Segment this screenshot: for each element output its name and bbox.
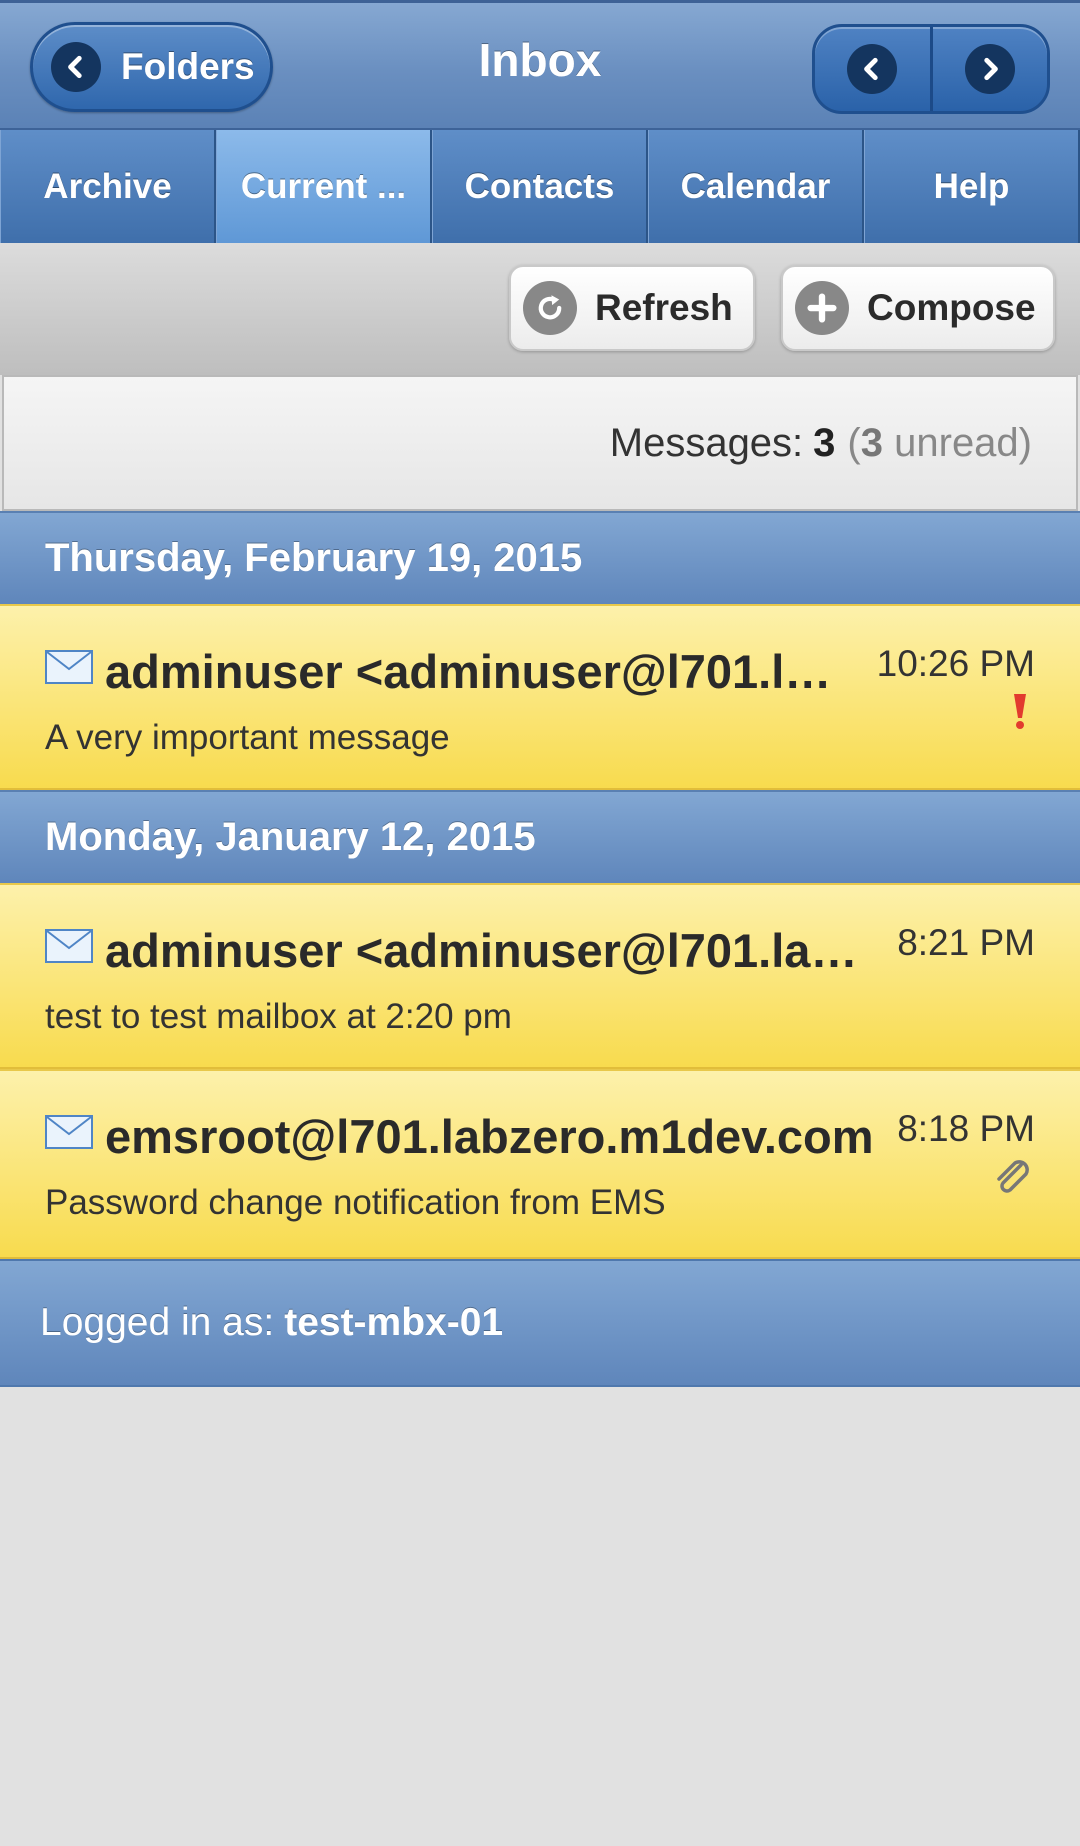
- unread-count: 3: [860, 420, 883, 465]
- compose-label: Compose: [867, 287, 1036, 328]
- logged-in-label: Logged in as:: [40, 1301, 275, 1344]
- message-subject: A very important message: [45, 718, 450, 757]
- tab-help[interactable]: Help: [864, 130, 1080, 243]
- envelope-icon: [45, 650, 93, 684]
- refresh-label: Refresh: [595, 287, 733, 328]
- chevron-right-icon: [964, 44, 1015, 94]
- previous-button[interactable]: [815, 27, 933, 111]
- tab-bar: Archive Current ... Contacts Calendar He…: [0, 130, 1080, 243]
- messages-total: 3: [813, 420, 836, 465]
- unread-summary: (3 unread): [847, 421, 1032, 466]
- next-button[interactable]: [933, 27, 1048, 111]
- unread-label: unread): [894, 420, 1032, 465]
- logged-in-user: test-mbx-01: [284, 1301, 504, 1344]
- message-count-bar: Messages: 3 (3 unread): [2, 375, 1078, 511]
- message-row[interactable]: adminuser <adminuser@l701.la… A very imp…: [0, 604, 1080, 790]
- login-status-bar: Logged in as: test-mbx-01: [0, 1259, 1080, 1387]
- message-subject: Password change notification from EMS: [45, 1183, 666, 1222]
- message-time: 8:18 PM: [897, 1108, 1035, 1149]
- date-divider: Monday, January 12, 2015: [0, 790, 1080, 883]
- envelope-icon: [45, 1115, 93, 1149]
- compose-button[interactable]: Compose: [781, 265, 1055, 351]
- refresh-button[interactable]: Refresh: [509, 265, 755, 351]
- header-bar: Folders Inbox: [0, 0, 1080, 130]
- tab-current[interactable]: Current ...: [216, 130, 432, 243]
- high-priority-icon: [1014, 694, 1026, 729]
- attachment-icon: [997, 1160, 1029, 1193]
- message-sender: emsroot@l701.labzero.m1dev.com: [105, 1110, 874, 1163]
- message-time: 10:26 PM: [876, 643, 1035, 684]
- message-subject: test to test mailbox at 2:20 pm: [45, 997, 512, 1036]
- message-time: 8:21 PM: [897, 922, 1035, 963]
- refresh-icon: [523, 281, 577, 335]
- message-nav-group: [812, 24, 1050, 114]
- messages-label: Messages:: [609, 420, 804, 465]
- unread-open-paren: (: [847, 420, 861, 465]
- tab-contacts[interactable]: Contacts: [432, 130, 648, 243]
- message-sender: adminuser <adminuser@l701.la…: [105, 645, 835, 698]
- message-sender: adminuser <adminuser@l701.lab…: [105, 924, 865, 977]
- message-row[interactable]: emsroot@l701.labzero.m1dev.com Password …: [0, 1069, 1080, 1259]
- envelope-icon: [45, 929, 93, 963]
- tab-calendar[interactable]: Calendar: [648, 130, 864, 243]
- toolbar: Refresh Compose: [0, 243, 1080, 375]
- tab-archive[interactable]: Archive: [0, 130, 216, 243]
- date-divider: Thursday, February 19, 2015: [0, 511, 1080, 604]
- chevron-left-icon: [847, 44, 898, 94]
- plus-icon: [795, 281, 849, 335]
- message-row[interactable]: adminuser <adminuser@l701.lab… test to t…: [0, 883, 1080, 1069]
